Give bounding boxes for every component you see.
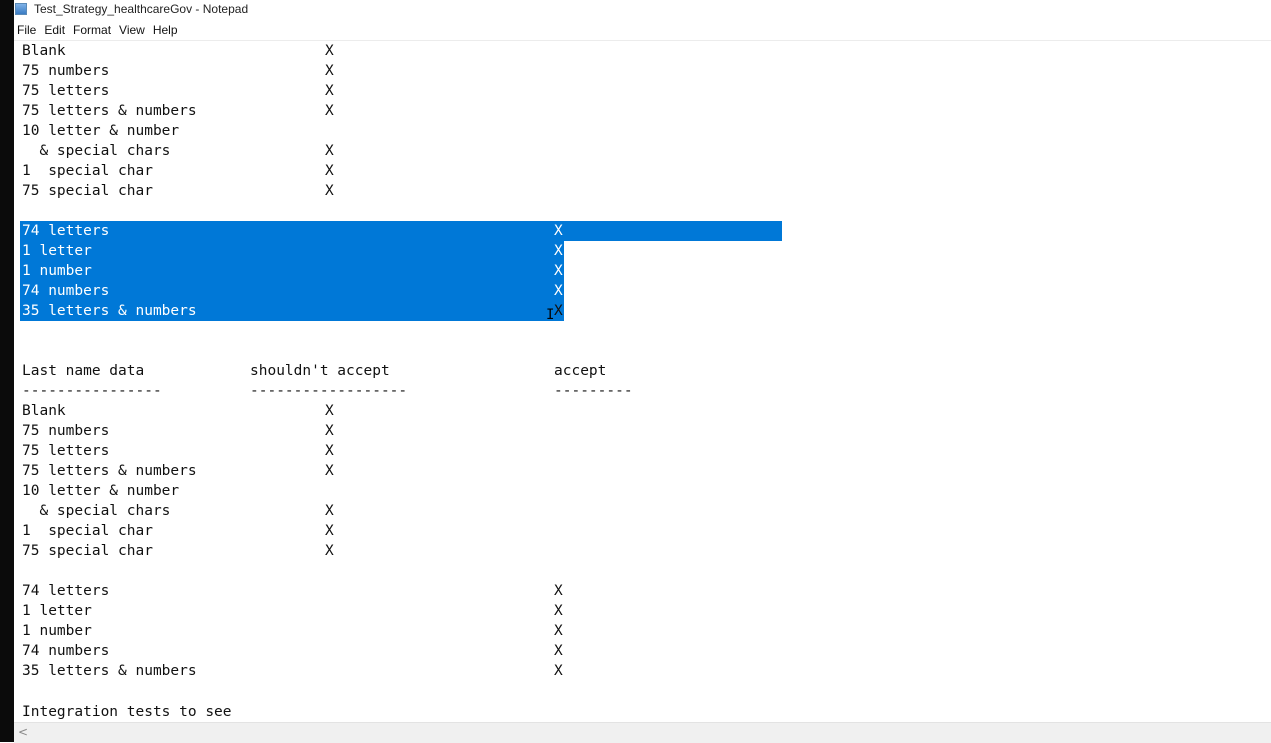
column-header: Last name data [22,363,145,379]
divider-text: --------- [554,383,633,399]
taskbar-edge [0,0,14,742]
column-header: shouldn't accept [250,363,390,379]
text-line: 74 numbers [22,643,110,659]
text-line: X [554,603,563,619]
text-line: 75 special char [22,183,153,199]
notepad-icon [15,3,27,15]
text-line: X [325,523,334,539]
menu-bar: File Edit Format View Help [14,19,1271,41]
text-line: 1 special char [22,523,153,539]
menu-format[interactable]: Format [70,23,114,37]
text-line: 1 special char [22,163,153,179]
text-cursor-icon: I [546,307,555,323]
window-title: Test_Strategy_healthcareGov - Notepad [34,2,249,16]
menu-help[interactable]: Help [150,23,181,37]
text-line: 10 letter & number [22,123,180,139]
text-line: X [325,163,334,179]
title-bar: Test_Strategy_healthcareGov - Notepad [14,0,1271,18]
text-line: X [554,303,563,319]
text-line: X [554,663,563,679]
text-line: X [554,623,563,639]
text-line: X [325,183,334,199]
text-line: X [325,43,334,59]
menu-edit[interactable]: Edit [41,23,68,37]
text-line: 10 letter & number [22,483,180,499]
text-line: X [325,63,334,79]
text-line: X [554,283,563,299]
text-line: X [325,543,334,559]
text-line: 75 special char [22,543,153,559]
text-line: 1 letter [22,243,92,259]
text-line: 74 numbers [22,283,110,299]
text-line: & special chars [22,503,171,519]
text-line: 75 numbers [22,63,110,79]
menu-view[interactable]: View [116,23,148,37]
text-line: 74 letters [22,583,110,599]
text-line: X [325,403,334,419]
text-line: X [325,443,334,459]
text-line: 74 letters [22,223,110,239]
text-line: 1 number [22,263,92,279]
column-header: accept [554,363,607,379]
text-line: X [325,143,334,159]
horizontal-scrollbar[interactable]: < [14,722,1271,743]
text-line: X [325,103,334,119]
text-line: 1 number [22,623,92,639]
scroll-left-icon[interactable]: < [18,725,28,739]
text-line: 75 letters [22,443,110,459]
text-line: 75 letters & numbers [22,463,197,479]
text-line: 75 numbers [22,423,110,439]
text-line: 1 letter [22,603,92,619]
text-line: X [325,463,334,479]
menu-file[interactable]: File [14,23,39,37]
text-line: Integration tests to see [22,704,232,720]
text-line: X [325,423,334,439]
selection-highlight [20,221,782,241]
text-line: X [554,643,563,659]
text-line: Blank [22,403,66,419]
text-line: & special chars [22,143,171,159]
text-editor[interactable]: Blank X 75 numbers X 75 letters X 75 let… [20,41,1271,722]
text-line: X [554,223,563,239]
text-line: X [325,503,334,519]
text-line: X [325,83,334,99]
text-line: 35 letters & numbers [22,303,197,319]
text-line: X [554,583,563,599]
text-line: 75 letters [22,83,110,99]
text-line: 75 letters & numbers [22,103,197,119]
text-line: 35 letters & numbers [22,663,197,679]
divider-text: ---------------- [22,383,162,399]
text-line: Blank [22,43,66,59]
divider-text: ------------------ [250,383,408,399]
text-line: X [554,243,563,259]
text-line: X [554,263,563,279]
